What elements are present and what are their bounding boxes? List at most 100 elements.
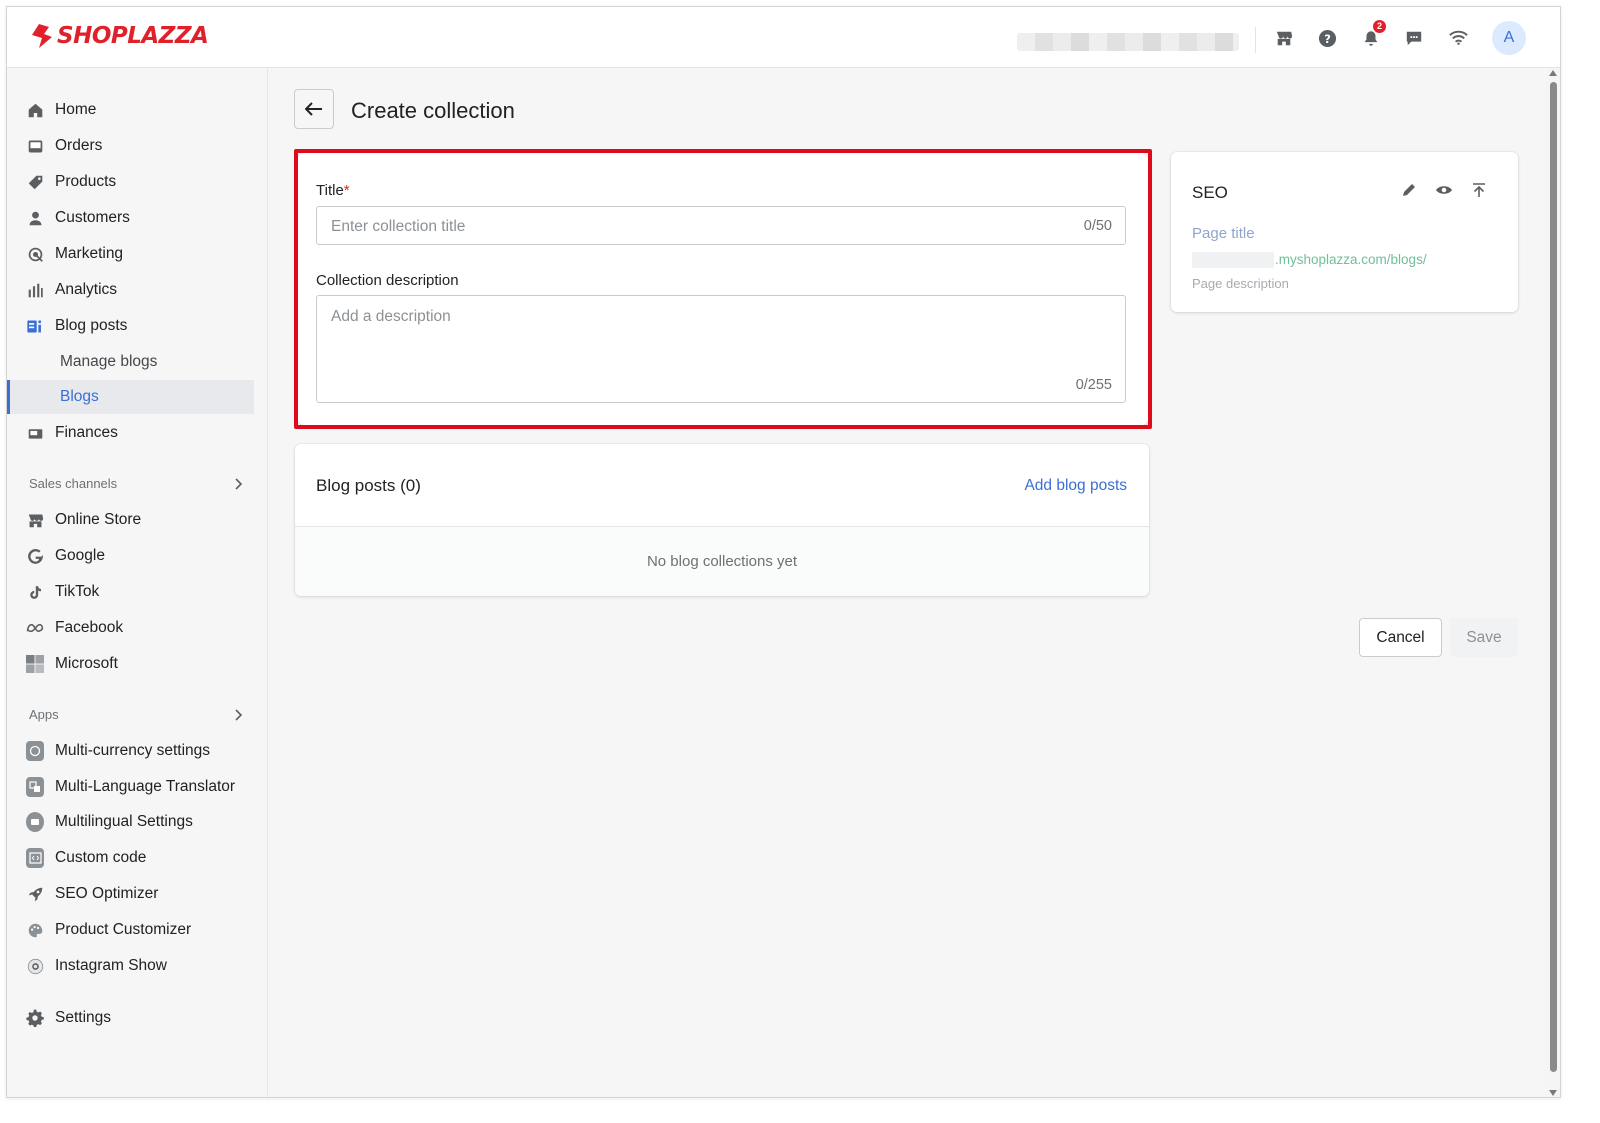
sidebar-item-label: Analytics [55, 281, 118, 298]
svg-text:?: ? [1324, 31, 1331, 45]
sidebar-app-multi-currency[interactable]: Multi-currency settings [7, 734, 254, 768]
seo-title: SEO [1192, 183, 1228, 202]
collapse-icon[interactable] [1469, 180, 1489, 200]
currency-icon [26, 741, 44, 761]
sidebar-item-tiktok[interactable]: TikTok [7, 575, 254, 609]
sidebar-item-label: Home [55, 101, 97, 118]
sidebar-item-manage-blogs[interactable]: Manage blogs [7, 345, 254, 379]
blog-posts-empty-state: No blog collections yet [295, 526, 1149, 596]
tiktok-icon [26, 583, 44, 601]
user-avatar[interactable]: A [1492, 21, 1526, 55]
sidebar-item-label: TikTok [55, 583, 100, 600]
sidebar-item-finances[interactable]: Finances [7, 416, 254, 450]
meta-icon [26, 619, 44, 637]
sidebar-item-label: Multilingual Settings [55, 813, 193, 830]
sidebar-item-google[interactable]: Google [7, 539, 254, 573]
sidebar-item-label: SEO Optimizer [55, 885, 159, 902]
sidebar-item-label: Facebook [55, 619, 124, 636]
sidebar-item-home[interactable]: Home [7, 93, 254, 127]
sidebar-item-settings[interactable]: Settings [7, 1001, 254, 1035]
save-button[interactable]: Save [1450, 618, 1518, 657]
help-icon[interactable]: ? [1316, 27, 1338, 49]
chevron-right-icon[interactable] [231, 708, 245, 722]
sidebar: Home Orders Products Customers Marketing… [7, 68, 268, 1097]
top-bar: SHOPLAZZA ? 2 A [7, 7, 1560, 68]
palette-icon [26, 921, 44, 939]
sidebar-app-instagram-show[interactable]: Instagram Show [7, 949, 254, 983]
person-icon [26, 209, 44, 227]
sidebar-item-label: Multi-currency settings [55, 742, 211, 759]
sidebar-item-label: Finances [55, 424, 118, 441]
add-blog-posts-link[interactable]: Add blog posts [1024, 477, 1127, 495]
tag-icon [26, 173, 44, 191]
sidebar-app-seo-optimizer[interactable]: SEO Optimizer [7, 877, 254, 911]
sidebar-item-label: Marketing [55, 245, 124, 262]
chat-icon[interactable] [1403, 27, 1425, 49]
code-icon [26, 848, 44, 868]
page-title: Create collection [351, 98, 515, 123]
sidebar-item-label: Google [55, 547, 105, 564]
back-button[interactable] [294, 89, 334, 129]
apps-header: Apps [29, 707, 59, 722]
sidebar-item-marketing[interactable]: Marketing [7, 237, 254, 271]
blog-posts-title: Blog posts (0) [316, 476, 421, 495]
wifi-icon[interactable] [1447, 27, 1469, 49]
sidebar-item-microsoft[interactable]: Microsoft [7, 647, 254, 681]
bar-chart-icon [26, 281, 44, 299]
finances-icon [26, 424, 44, 442]
highlight-box [294, 149, 1152, 429]
instagram-icon [26, 957, 44, 975]
sidebar-item-blogs[interactable]: Blogs [7, 380, 254, 414]
store-icon [26, 511, 44, 529]
scrollbar[interactable] [1546, 68, 1560, 1097]
seo-page-description: Page description [1192, 276, 1289, 291]
sidebar-item-customers[interactable]: Customers [7, 201, 254, 235]
empty-state-text: No blog collections yet [646, 553, 798, 570]
blog-icon [26, 317, 44, 335]
sidebar-item-blog-posts[interactable]: Blog posts [7, 309, 254, 343]
seo-card: SEO Page title .myshoplazza.com/blogs/ P… [1171, 152, 1518, 312]
scroll-down-arrow-icon[interactable] [1549, 1090, 1557, 1096]
blog-posts-card: Blog posts (0) Add blog posts No blog co… [295, 444, 1149, 596]
chevron-right-icon[interactable] [231, 477, 245, 491]
shoplazza-logo[interactable]: SHOPLAZZA [29, 23, 209, 49]
translate-icon [26, 777, 44, 797]
store-icon[interactable] [1273, 27, 1295, 49]
sidebar-app-multilingual-settings[interactable]: Multilingual Settings [7, 805, 254, 839]
sidebar-item-label: Settings [55, 1009, 112, 1026]
topbar-divider [1255, 27, 1256, 53]
sidebar-app-product-customizer[interactable]: Product Customizer [7, 913, 254, 947]
store-domain-redacted [1192, 252, 1274, 268]
arrow-left-icon [305, 102, 322, 116]
sidebar-item-facebook[interactable]: Facebook [7, 611, 254, 645]
scrollbar-thumb[interactable] [1550, 82, 1557, 1072]
eye-icon[interactable] [1434, 180, 1454, 200]
sidebar-item-label: Manage blogs [60, 353, 158, 370]
brand-name: SHOPLAZZA [57, 23, 209, 49]
notification-badge: 2 [1373, 20, 1386, 33]
seo-page-title: Page title [1192, 225, 1255, 242]
sidebar-app-custom-code[interactable]: Custom code [7, 841, 254, 875]
gear-icon [26, 1009, 44, 1027]
sidebar-item-online-store[interactable]: Online Store [7, 503, 254, 537]
sidebar-item-label: Product Customizer [55, 921, 192, 938]
google-icon [26, 547, 44, 565]
marketing-icon [26, 245, 44, 263]
sidebar-item-analytics[interactable]: Analytics [7, 273, 254, 307]
sidebar-item-label: Multi-Language Translator [55, 778, 236, 795]
sidebar-item-label: Custom code [55, 849, 147, 866]
rocket-icon [26, 885, 44, 903]
sidebar-item-label: Products [55, 173, 117, 190]
sidebar-item-orders[interactable]: Orders [7, 129, 254, 163]
sidebar-app-multi-language-translator[interactable]: Multi-Language Translator [7, 770, 254, 804]
cancel-button[interactable]: Cancel [1359, 618, 1442, 657]
pencil-icon[interactable] [1399, 180, 1419, 200]
sidebar-item-label: Microsoft [55, 655, 118, 672]
scroll-up-arrow-icon[interactable] [1549, 70, 1557, 76]
sidebar-item-label: Blogs [60, 388, 99, 405]
app-window: SHOPLAZZA ? 2 A Home Orders Products Cus… [6, 6, 1561, 1098]
sidebar-item-products[interactable]: Products [7, 165, 254, 199]
seo-url: .myshoplazza.com/blogs/ [1275, 252, 1427, 267]
sidebar-item-label: Orders [55, 137, 103, 154]
shoplazza-logo-icon [32, 24, 52, 48]
